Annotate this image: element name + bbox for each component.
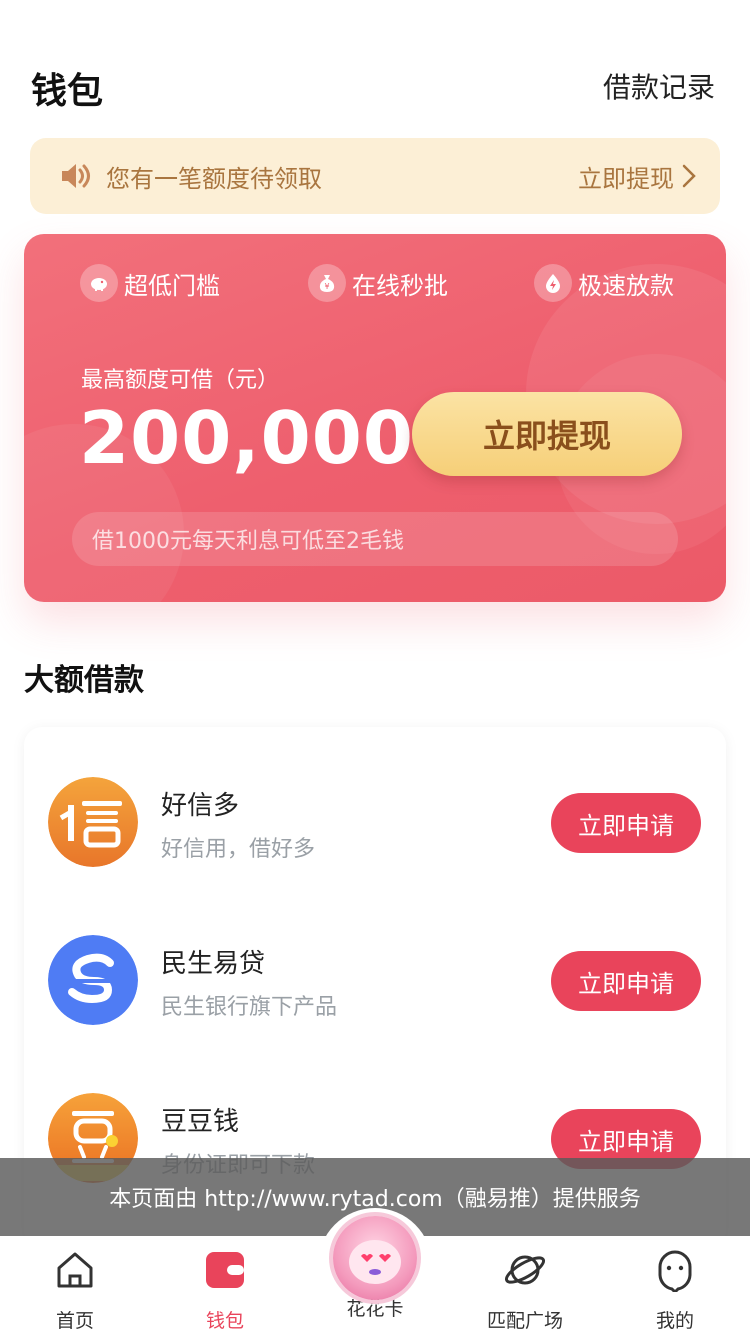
feature-low-threshold: 超低门槛 (80, 264, 220, 302)
feature-fast-loan: 极速放款 (534, 264, 674, 302)
list-item[interactable]: 好信多 好信用，借好多 立即申请 (24, 767, 726, 877)
minsheng-logo (48, 935, 138, 1025)
chevron-right-icon (682, 164, 696, 188)
feature-online-approval: ¥ 在线秒批 (308, 264, 448, 302)
tab-home[interactable]: 首页 (0, 1236, 150, 1334)
loan-name: 豆豆钱 (161, 1107, 240, 1137)
home-icon (57, 1252, 93, 1288)
tab-label: 首页 (55, 1310, 94, 1332)
limit-amount: 200,000 (79, 396, 414, 480)
feature-label: 在线秒批 (352, 271, 448, 300)
page-title: 钱包 (31, 71, 104, 112)
loan-name: 好信多 (161, 791, 240, 821)
user-face-icon (658, 1250, 692, 1292)
mascot-avatar[interactable] (333, 1216, 417, 1300)
piggy-bank-icon (80, 264, 118, 302)
tab-label: 钱包 (205, 1310, 244, 1332)
notice-text: 您有一笔额度待领取 (106, 164, 322, 193)
tab-label: 我的 (655, 1310, 694, 1332)
loan-name: 民生易贷 (161, 949, 266, 979)
planet-icon (504, 1255, 546, 1285)
tab-mine[interactable]: 我的 (600, 1236, 750, 1334)
list-item[interactable]: 民生易贷 民生银行旗下产品 立即申请 (24, 925, 726, 1035)
tab-wallet[interactable]: 钱包 (150, 1236, 300, 1334)
tab-label: 匹配广场 (486, 1310, 563, 1332)
apply-now-button[interactable]: 立即申请 (551, 951, 701, 1011)
money-bag-icon: ¥ (308, 264, 346, 302)
haoxinduo-logo (48, 777, 138, 867)
svg-text:¥: ¥ (324, 282, 329, 291)
notice-withdraw-link[interactable]: 立即提现 (578, 159, 674, 194)
interest-tip: 借1000元每天利息可低至2毛钱 (72, 512, 678, 566)
limit-label: 最高额度可借（元） (81, 368, 280, 393)
apply-now-button[interactable]: 立即申请 (551, 793, 701, 853)
credit-limit-card: 超低门槛 ¥ 在线秒批 极速放款 最高额度可借（元） 200,000 立即提现 … (24, 234, 726, 602)
feature-list: 超低门槛 ¥ 在线秒批 极速放款 (24, 264, 726, 304)
feature-label: 超低门槛 (124, 271, 220, 300)
lightning-drop-icon (534, 264, 572, 302)
speaker-icon (62, 164, 90, 188)
wallet-icon (206, 1252, 244, 1288)
loan-record-link[interactable]: 借款记录 (603, 66, 715, 106)
notice-bar[interactable]: 您有一笔额度待领取 立即提现 (30, 138, 720, 214)
withdraw-now-button[interactable]: 立即提现 (412, 392, 682, 476)
tab-match-square[interactable]: 匹配广场 (450, 1236, 600, 1334)
page-header: 钱包 借款记录 (0, 0, 750, 130)
loan-desc: 好信用，借好多 (161, 837, 316, 862)
section-title: 大额借款 (24, 663, 144, 698)
loan-desc: 民生银行旗下产品 (161, 995, 338, 1020)
feature-label: 极速放款 (578, 271, 674, 300)
